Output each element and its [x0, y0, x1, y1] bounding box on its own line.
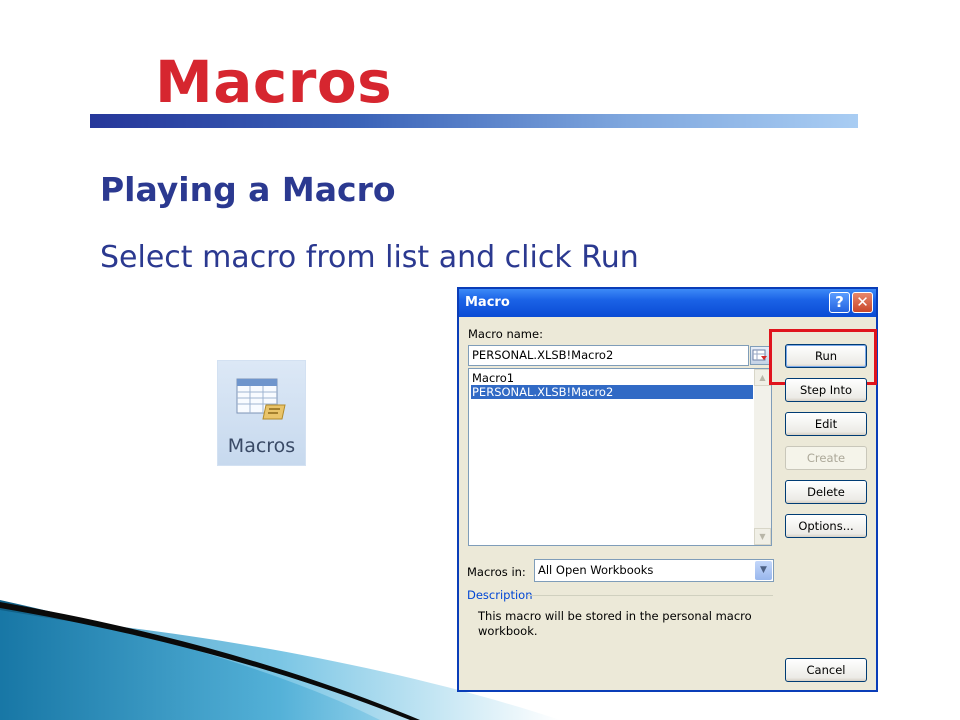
run-button[interactable]: Run — [785, 344, 867, 368]
scroll-down-icon[interactable]: ▼ — [754, 528, 771, 545]
edit-button[interactable]: Edit — [785, 412, 867, 436]
cancel-button[interactable]: Cancel — [785, 658, 867, 682]
macro-listbox[interactable]: Macro1 PERSONAL.XLSB!Macro2 ▲ ▼ — [468, 368, 772, 546]
list-item-macro1[interactable]: Macro1 — [471, 371, 514, 385]
macro-name-input[interactable]: PERSONAL.XLSB!Macro2 — [468, 345, 749, 366]
slide-heading: Playing a Macro — [100, 170, 396, 209]
description-divider — [527, 595, 773, 596]
options-button[interactable]: Options... — [785, 514, 867, 538]
list-item-personal-macro2[interactable]: PERSONAL.XLSB!Macro2 — [471, 385, 753, 399]
macros-in-value: All Open Workbooks — [538, 563, 654, 577]
collapse-dialog-icon — [752, 349, 767, 361]
title-underline-bar — [90, 114, 858, 128]
help-button[interactable]: ? — [829, 292, 850, 313]
create-button: Create — [785, 446, 867, 470]
macro-name-label: Macro name: — [468, 327, 543, 341]
dialog-title: Macro — [465, 295, 510, 310]
slide-body-text: Select macro from list and click Run — [100, 240, 639, 275]
close-button[interactable]: ✕ — [852, 292, 873, 313]
macros-icon — [236, 378, 286, 420]
slide-title: Macros — [155, 48, 393, 116]
description-text: This macro will be stored in the persona… — [478, 609, 752, 638]
chevron-down-icon[interactable]: ▼ — [755, 561, 772, 580]
macros-in-select[interactable]: All Open Workbooks ▼ — [534, 559, 774, 582]
delete-button[interactable]: Delete — [785, 480, 867, 504]
macros-ribbon-button[interactable]: Macros — [217, 360, 306, 466]
macro-dialog: Macro ? ✕ Macro name: PERSONAL.XLSB!Macr… — [457, 287, 878, 692]
step-into-button[interactable]: Step Into — [785, 378, 867, 402]
collapse-dialog-button[interactable] — [750, 346, 770, 365]
list-scrollbar[interactable]: ▲ ▼ — [754, 369, 771, 545]
macros-in-label: Macros in: — [467, 565, 526, 579]
description-label: Description — [467, 588, 533, 602]
macros-ribbon-label: Macros — [227, 435, 296, 457]
dialog-titlebar[interactable]: Macro ? ✕ — [459, 289, 876, 317]
